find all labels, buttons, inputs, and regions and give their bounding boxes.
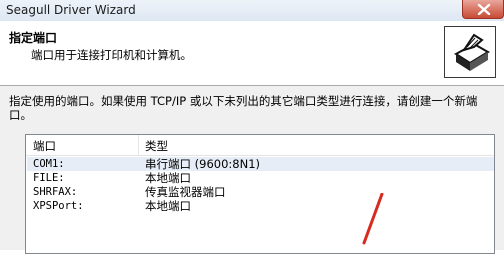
list-header: 端口 类型: [26, 135, 494, 156]
port-list[interactable]: 端口 类型 COM1: 串行端口 (9600:8N1) FILE: 本地端口 S…: [25, 134, 495, 254]
port-name: FILE:: [33, 172, 65, 184]
header-description: 端口用于连接打印机和计算机。: [31, 48, 192, 62]
port-type: 本地端口: [145, 199, 191, 213]
list-item-file[interactable]: FILE: 本地端口: [27, 171, 494, 185]
port-type: 串行端口 (9600:8N1): [145, 157, 261, 171]
wizard-body: 指定使用的端口。如果使用 TCP/IP 或以下未列出的其它端口类型进行连接，请创…: [0, 86, 504, 254]
port-name: SHRFAX:: [33, 186, 78, 198]
printer-icon: [444, 26, 496, 78]
list-item-shrfax[interactable]: SHRFAX: 传真监视器端口: [27, 185, 494, 199]
close-button[interactable]: [462, 0, 504, 19]
port-name: COM1:: [33, 158, 65, 170]
column-divider[interactable]: [138, 135, 139, 155]
port-name: XPSPort:: [33, 200, 84, 212]
close-icon: [477, 4, 491, 15]
window-title: Seagull Driver Wizard: [6, 3, 136, 17]
port-type: 本地端口: [145, 171, 191, 185]
column-header-type[interactable]: 类型: [145, 138, 168, 154]
column-header-port[interactable]: 端口: [33, 138, 56, 154]
wizard-header: 指定端口 端口用于连接打印机和计算机。: [0, 21, 504, 86]
port-type: 传真监视器端口: [145, 185, 226, 199]
list-item-xpsport[interactable]: XPSPort: 本地端口: [27, 199, 494, 213]
title-bar: Seagull Driver Wizard: [0, 0, 504, 22]
list-item-com1[interactable]: COM1: 串行端口 (9600:8N1): [27, 157, 494, 171]
instruction-text: 指定使用的端口。如果使用 TCP/IP 或以下未列出的其它端口类型进行连接，请创…: [9, 94, 478, 122]
header-title: 指定端口: [9, 31, 58, 45]
annotation-arrow-icon: [362, 193, 384, 245]
